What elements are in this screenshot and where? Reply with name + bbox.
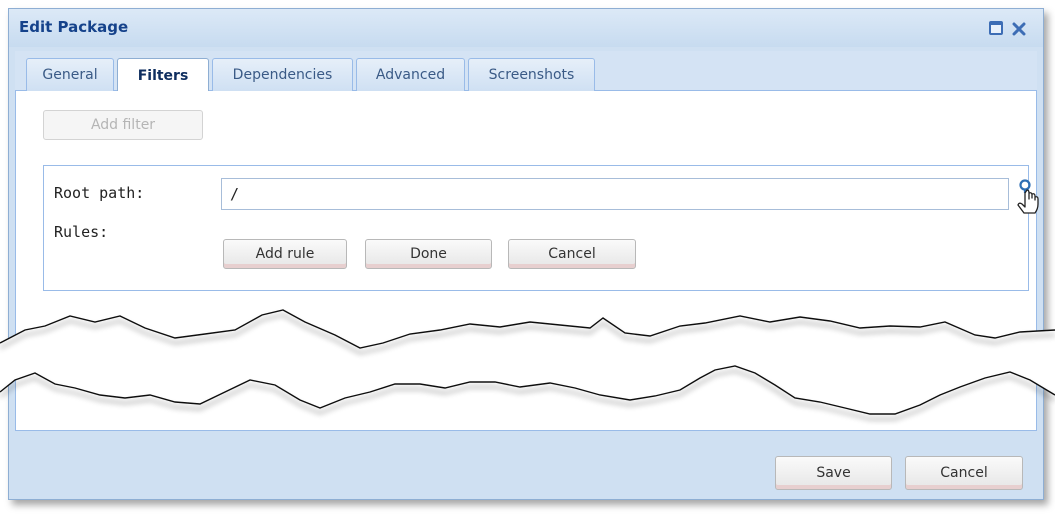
filter-cancel-button[interactable]: Cancel <box>508 239 636 269</box>
close-icon[interactable] <box>1011 21 1026 36</box>
maximize-icon[interactable] <box>989 21 1003 35</box>
filter-editor: Root path: / Rules: Add rule Done Cancel <box>43 165 1039 291</box>
done-button[interactable]: Done <box>365 239 492 269</box>
dialog-titlebar[interactable]: Edit Package <box>9 9 1043 47</box>
tab-filters[interactable]: Filters <box>117 58 209 92</box>
torn-edge-divider <box>0 309 1055 415</box>
dialog-title: Edit Package <box>19 18 129 36</box>
add-rule-button[interactable]: Add rule <box>223 239 347 269</box>
tab-general[interactable]: General <box>26 58 114 91</box>
tab-bar: General Filters Dependencies Advanced Sc… <box>15 51 1037 92</box>
rules-label: Rules: <box>54 223 109 241</box>
add-filter-button[interactable]: Add filter <box>43 110 203 140</box>
search-icon[interactable] <box>1012 176 1048 222</box>
tab-dependencies[interactable]: Dependencies <box>212 58 353 91</box>
cancel-button[interactable]: Cancel <box>905 456 1023 490</box>
tab-screenshots[interactable]: Screenshots <box>468 58 595 91</box>
root-path-label: Root path: <box>54 184 145 202</box>
root-path-input[interactable]: / <box>221 178 1009 210</box>
tab-advanced[interactable]: Advanced <box>356 58 465 91</box>
save-button[interactable]: Save <box>775 456 892 490</box>
